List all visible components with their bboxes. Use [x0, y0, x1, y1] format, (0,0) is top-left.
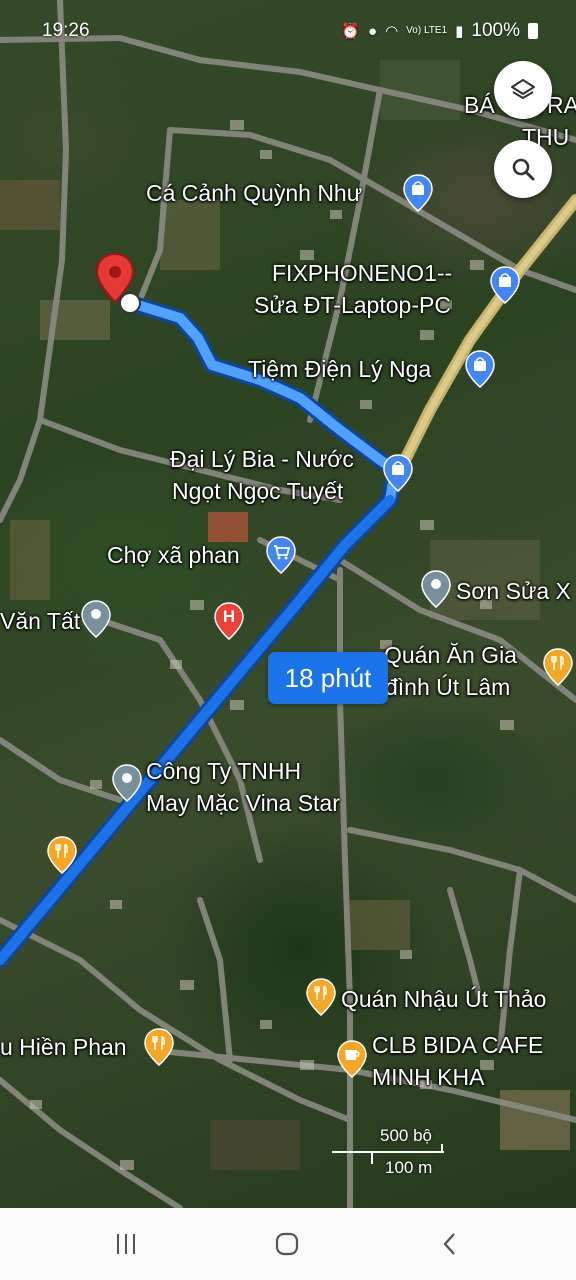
restaurant-icon[interactable] [543, 648, 573, 691]
location-icon: ● [368, 22, 378, 40]
poi-cong-ty-label-1[interactable]: Công Ty TNHH [146, 756, 301, 786]
status-icons: ⏰ ● ◠ Vo) LTE1 ▮ 100% [341, 20, 538, 42]
shopping-bag-icon[interactable] [383, 454, 413, 497]
shopping-cart-icon[interactable] [266, 536, 296, 579]
poi-cong-ty-label-2[interactable]: May Mặc Vina Star [146, 788, 340, 818]
route-start-dot [117, 290, 143, 321]
home-icon [275, 1232, 299, 1256]
restaurant-icon[interactable] [306, 978, 336, 1021]
shopping-bag-icon[interactable] [490, 266, 520, 309]
poi-fixphone-label-2[interactable]: Sửa ĐT-Laptop-PC [254, 290, 451, 320]
search-button[interactable] [494, 140, 552, 198]
layers-icon [511, 79, 535, 99]
place-icon[interactable] [421, 570, 451, 613]
recents-icon [117, 1234, 135, 1254]
poi-tiem-dien-label[interactable]: Tiệm Điện Lý Nga [248, 354, 431, 384]
poi-son-sua-label[interactable]: Sơn Sửa X [456, 576, 571, 606]
poi-cho-xa-phan-label[interactable]: Chợ xã phan [107, 540, 240, 570]
shopping-bag-icon[interactable] [403, 174, 433, 217]
status-time: 19:26 [42, 20, 90, 41]
lte-indicator: Vo) LTE1 [406, 25, 448, 36]
poi-clb-bida-label-1[interactable]: CLB BIDA CAFE [372, 1030, 543, 1060]
recents-button[interactable] [106, 1228, 146, 1260]
poi-quan-an-label-2[interactable]: đình Út Lâm [385, 672, 510, 702]
battery-percent: 100% [471, 20, 520, 41]
poi-dai-ly-bia-label-2[interactable]: Ngọt Ngọc Tuyết [172, 476, 343, 506]
coffee-icon[interactable] [337, 1040, 367, 1083]
place-icon[interactable] [81, 600, 111, 643]
alarm-icon: ⏰ [341, 23, 361, 40]
edge-label-ba: BÁ [464, 92, 495, 118]
back-icon [443, 1233, 455, 1255]
layers-button[interactable] [494, 61, 552, 119]
poi-clb-bida-label-2[interactable]: MINH KHA [372, 1062, 484, 1092]
search-icon [512, 158, 535, 181]
shopping-bag-icon[interactable] [465, 350, 495, 393]
poi-ca-canh-label[interactable]: Cá Cảnh Quỳnh Như [146, 178, 362, 208]
signal-icon: ▮ [455, 23, 464, 40]
scale-metric-label: 100 m [385, 1158, 433, 1177]
restaurant-icon[interactable] [47, 836, 77, 879]
poi-quan-an-label-1[interactable]: Quán Ăn Gia [384, 640, 517, 670]
route-duration-badge[interactable]: 18 phút [268, 652, 388, 704]
map-scale-bar: 500 bộ 100 m [330, 1126, 450, 1180]
poi-dai-ly-bia-label-1[interactable]: Đại Lý Bia - Nước [170, 444, 354, 474]
wifi-icon: ◠ [385, 23, 399, 40]
poi-van-tat-label[interactable]: Văn Tất [0, 606, 80, 636]
place-icon[interactable] [112, 764, 142, 807]
satellite-map[interactable]: Cá Cảnh Quỳnh Như FIXPHONENO1-- Sửa ĐT-L… [0, 0, 576, 1208]
status-bar: 19:26 ⏰ ● ◠ Vo) LTE1 ▮ 100% [0, 0, 576, 62]
poi-fixphone-label-1[interactable]: FIXPHONENO1-- [272, 258, 452, 288]
hospital-letter: H [222, 607, 236, 626]
back-button[interactable] [430, 1228, 470, 1260]
system-nav-bar [0, 1208, 576, 1280]
restaurant-icon[interactable] [144, 1028, 174, 1071]
hospital-icon[interactable]: H [214, 602, 244, 645]
poi-hien-phan-label[interactable]: u Hiền Phan [0, 1032, 127, 1062]
battery-icon [528, 23, 538, 39]
home-button[interactable] [267, 1228, 307, 1260]
poi-quan-nhau-label[interactable]: Quán Nhậu Út Thảo [341, 984, 546, 1014]
